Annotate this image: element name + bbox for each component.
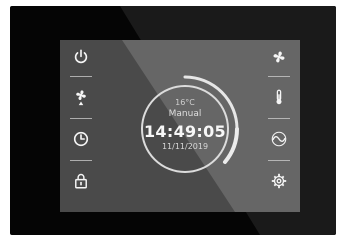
timer-button[interactable] — [66, 122, 96, 156]
fan-button[interactable] — [264, 40, 294, 74]
power-button[interactable] — [66, 40, 96, 74]
clock-time: 14:49:05 — [144, 122, 226, 141]
thermostat-device: 16°C Manual 14:49:05 11/11/2019 — [10, 6, 336, 235]
fan-speed-icon — [76, 90, 86, 106]
left-divider-2 — [70, 118, 92, 119]
fan-icon — [273, 51, 285, 63]
mode-label: Manual — [168, 109, 202, 119]
wave-icon — [271, 131, 287, 147]
right-divider-2 — [268, 118, 290, 119]
right-control-column — [264, 40, 294, 212]
power-icon — [74, 49, 88, 64]
settings-button[interactable] — [264, 164, 294, 198]
thermometer-icon — [276, 89, 282, 105]
wave-button[interactable] — [264, 122, 294, 156]
lock-icon — [75, 173, 87, 189]
left-divider-1 — [70, 76, 92, 77]
clock-date: 11/11/2019 — [161, 142, 209, 151]
fan-speed-button[interactable] — [66, 80, 96, 114]
temperature-button[interactable] — [264, 80, 294, 114]
touch-screen[interactable]: 16°C Manual 14:49:05 11/11/2019 — [60, 40, 300, 212]
thermostat-dial[interactable]: 16°C Manual 14:49:05 11/11/2019 — [130, 74, 240, 184]
right-divider-1 — [268, 76, 290, 77]
right-divider-3 — [268, 160, 290, 161]
timer-icon — [73, 131, 89, 147]
left-control-column — [66, 40, 96, 212]
lock-button[interactable] — [66, 164, 96, 198]
settings-gear-icon — [271, 173, 287, 189]
left-divider-3 — [70, 160, 92, 161]
temperature-readout: 16°C — [175, 98, 195, 107]
